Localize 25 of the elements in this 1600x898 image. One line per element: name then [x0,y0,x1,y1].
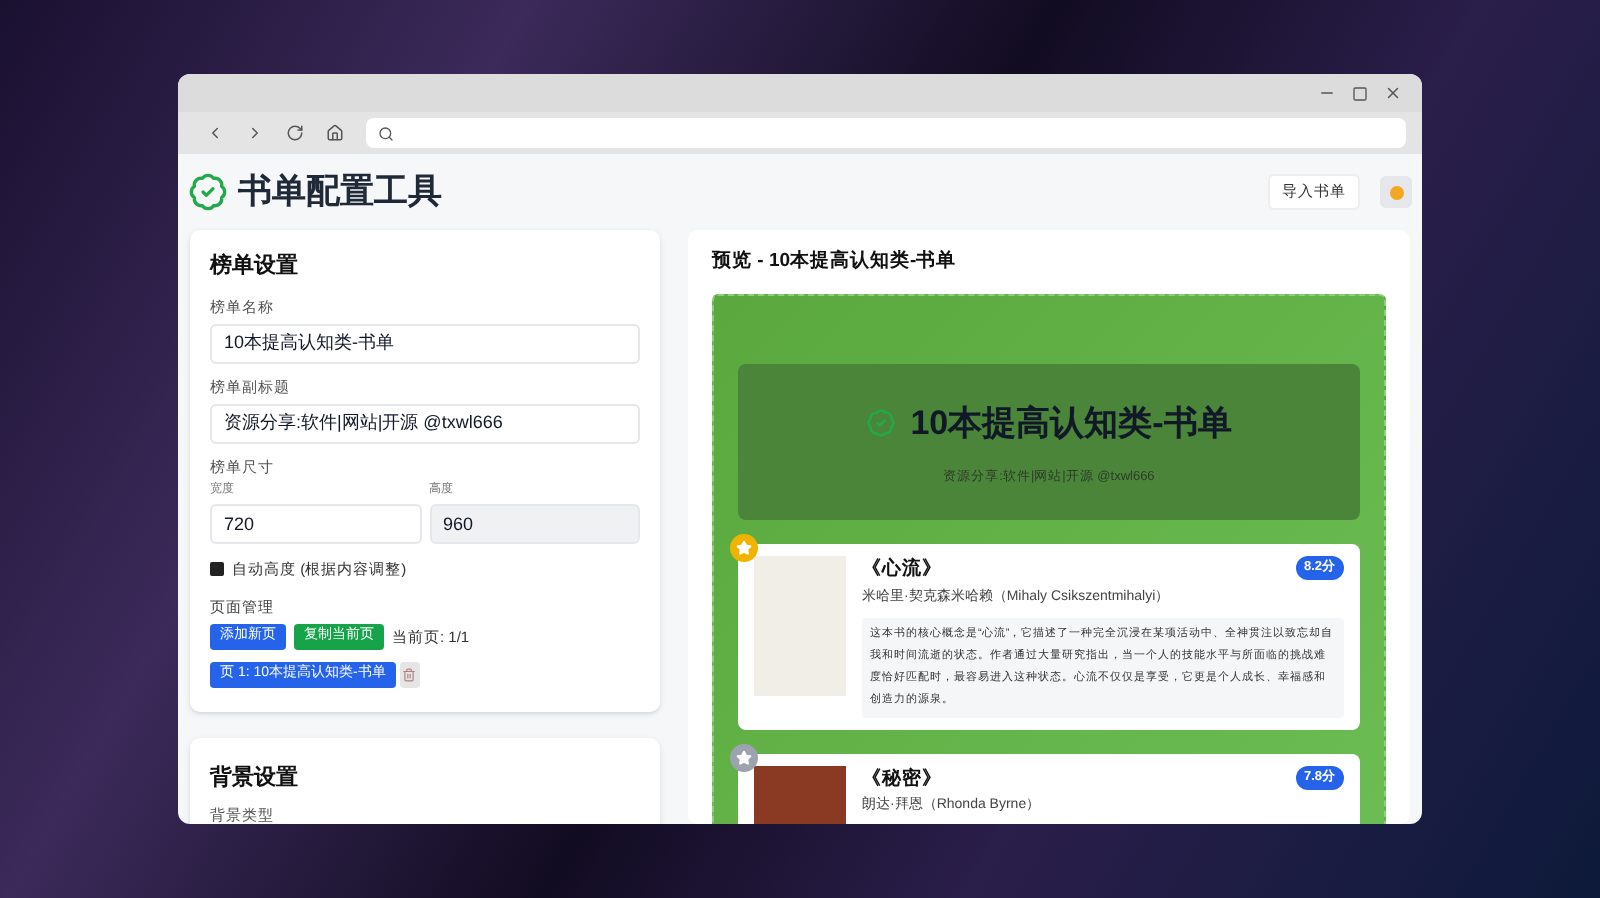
delete-page-button[interactable] [399,661,420,688]
back-icon[interactable] [206,124,224,142]
subtitle-field[interactable]: 资源分享:软件|网站|开源 @txwl666 [210,404,640,444]
logo-icon [866,408,897,439]
section-heading: 榜单设置 [210,251,300,282]
book-title: 《秘密》 [862,766,942,794]
search-icon [378,125,394,141]
section-heading: 背景设置 [210,763,300,794]
name-field[interactable]: 10本提高认知类-书单 [210,323,640,364]
star-icon [736,750,752,766]
preview-heading: 预览 - 10本提高认知类-书单 [712,248,959,276]
maximize-icon[interactable] [1352,85,1368,101]
checkbox[interactable] [210,562,224,577]
reload-icon[interactable] [286,124,304,142]
preview-title: 10本提高认知类-书单 [910,402,1232,447]
home-icon[interactable] [326,124,344,142]
trash-icon [402,667,417,682]
book-cover-placeholder [754,556,846,697]
forward-icon[interactable] [246,124,264,142]
star-icon [736,540,752,557]
close-icon[interactable] [1384,84,1402,102]
width-field[interactable]: 720 [210,504,421,545]
book-title: 《心流》 [862,556,942,585]
app-title: 书单配置工具 [238,170,442,215]
logo-icon [188,172,228,212]
